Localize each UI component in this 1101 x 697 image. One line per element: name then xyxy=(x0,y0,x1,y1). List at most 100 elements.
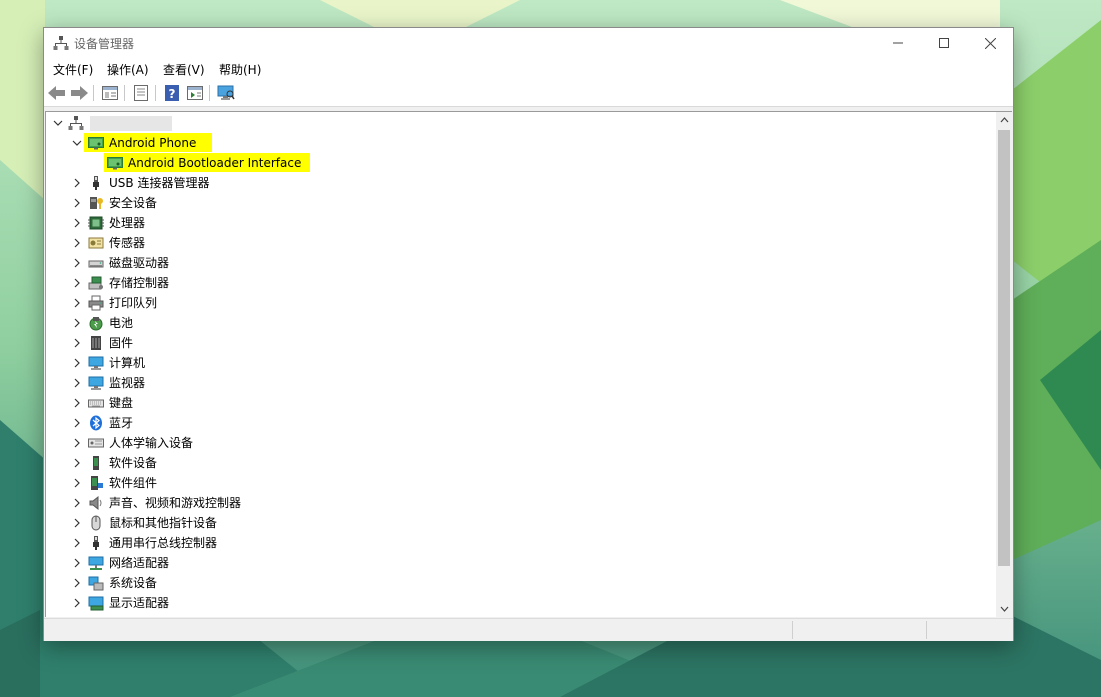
chevron-right-icon[interactable] xyxy=(71,357,83,369)
tree-category-row[interactable]: 监视器 xyxy=(46,373,986,393)
back-arrow-icon xyxy=(48,86,65,100)
device-tree[interactable]: Android Phone Android Bootloader Interfa… xyxy=(45,111,997,617)
chevron-down-icon[interactable] xyxy=(71,137,83,149)
action-pane-button[interactable] xyxy=(185,83,205,103)
tree-item-android-bootloader-interface[interactable]: Android Bootloader Interface xyxy=(46,153,986,173)
tree-category-label: 网络适配器 xyxy=(109,556,170,570)
toolbar-separator xyxy=(155,85,156,101)
show-hide-console-tree-button[interactable] xyxy=(100,83,120,103)
forward-button[interactable] xyxy=(69,83,89,103)
chevron-right-icon[interactable] xyxy=(71,197,83,209)
chevron-up-icon xyxy=(1000,117,1008,123)
menu-file[interactable]: 文件(F) xyxy=(53,61,93,78)
chevron-right-icon[interactable] xyxy=(71,297,83,309)
chevron-down-icon xyxy=(1000,606,1008,612)
chevron-right-icon[interactable] xyxy=(71,337,83,349)
chevron-down-icon[interactable] xyxy=(52,117,64,129)
firmware-icon xyxy=(91,336,101,350)
chevron-right-icon[interactable] xyxy=(71,557,83,569)
system-device-icon xyxy=(88,576,104,591)
android-bootloader-label: Android Bootloader Interface xyxy=(128,156,302,170)
chevron-right-icon[interactable] xyxy=(71,237,83,249)
chevron-right-icon[interactable] xyxy=(71,277,83,289)
keyboard-icon xyxy=(88,399,104,408)
chevron-right-icon[interactable] xyxy=(71,577,83,589)
chevron-right-icon[interactable] xyxy=(71,457,83,469)
disk-drive-icon xyxy=(88,260,104,268)
properties-icon xyxy=(134,85,148,101)
tree-category-row[interactable]: 显示适配器 xyxy=(46,593,986,613)
chevron-right-icon[interactable] xyxy=(71,497,83,509)
device-manager-window: 设备管理器 文件(F) 操作(A) 查看(V) 帮助(H) ? Android … xyxy=(43,27,1014,641)
menu-view[interactable]: 查看(V) xyxy=(163,61,205,78)
tree-category-row[interactable]: 声音、视频和游戏控制器 xyxy=(46,493,986,513)
chevron-right-icon[interactable] xyxy=(71,217,83,229)
toolbar-separator xyxy=(93,85,94,101)
chevron-right-icon[interactable] xyxy=(71,597,83,609)
chevron-right-icon[interactable] xyxy=(71,317,83,329)
tree-category-row[interactable]: 磁盘驱动器 xyxy=(46,253,986,273)
tree-category-label: 通用串行总线控制器 xyxy=(109,536,218,550)
tree-root[interactable] xyxy=(46,113,986,133)
tree-category-row[interactable]: 处理器 xyxy=(46,213,986,233)
tree-group-android-phone[interactable]: Android Phone xyxy=(46,133,986,153)
sensor-icon xyxy=(88,237,104,249)
tree-category-row[interactable]: 键盘 xyxy=(46,393,986,413)
maximize-button[interactable] xyxy=(921,28,967,58)
chevron-right-icon[interactable] xyxy=(71,397,83,409)
help-icon: ? xyxy=(165,85,179,101)
hid-icon xyxy=(88,438,104,448)
chevron-right-icon[interactable] xyxy=(71,477,83,489)
tree-category-row[interactable]: 通用串行总线控制器 xyxy=(46,533,986,553)
svg-text:?: ? xyxy=(169,87,176,101)
tree-category-row[interactable]: 固件 xyxy=(46,333,986,353)
help-button[interactable]: ? xyxy=(162,83,182,103)
tree-category-label: 安全设备 xyxy=(109,196,158,210)
tree-category-row[interactable]: 系统设备 xyxy=(46,573,986,593)
tree-category-label: 键盘 xyxy=(109,396,134,410)
tree-category-row[interactable]: 电池 xyxy=(46,313,986,333)
chevron-right-icon[interactable] xyxy=(71,177,83,189)
tree-category-row[interactable]: 传感器 xyxy=(46,233,986,253)
tree-category-row[interactable]: 计算机 xyxy=(46,353,986,373)
minimize-button[interactable] xyxy=(875,28,921,58)
scrollbar-thumb[interactable] xyxy=(998,130,1010,566)
scan-hardware-icon xyxy=(217,85,235,100)
tree-category-row[interactable]: USB 连接器管理器 xyxy=(46,173,986,193)
chevron-right-icon[interactable] xyxy=(71,417,83,429)
tree-category-row[interactable]: 人体学输入设备 xyxy=(46,433,986,453)
tree-category-row[interactable]: 软件组件 xyxy=(46,473,986,493)
chevron-right-icon[interactable] xyxy=(71,377,83,389)
tree-category-label: 软件设备 xyxy=(109,456,158,470)
bluetooth-icon xyxy=(90,415,102,431)
android-device-icon xyxy=(107,157,123,170)
tree-category-label: 打印队列 xyxy=(109,296,158,310)
tree-category-row[interactable]: 软件设备 xyxy=(46,453,986,473)
back-button[interactable] xyxy=(47,83,67,103)
computer-icon xyxy=(88,356,104,370)
scan-hardware-button[interactable] xyxy=(216,83,236,103)
chevron-right-icon[interactable] xyxy=(71,437,83,449)
properties-button[interactable] xyxy=(131,83,151,103)
tree-category-row[interactable]: 蓝牙 xyxy=(46,413,986,433)
chevron-right-icon[interactable] xyxy=(71,537,83,549)
chevron-right-icon[interactable] xyxy=(71,517,83,529)
scroll-down-button[interactable] xyxy=(996,601,1012,617)
tree-category-row[interactable]: 鼠标和其他指针设备 xyxy=(46,513,986,533)
android-phone-label: Android Phone xyxy=(109,136,197,150)
tree-category-label: 声音、视频和游戏控制器 xyxy=(109,496,242,510)
menu-action[interactable]: 操作(A) xyxy=(107,61,149,78)
tree-category-row[interactable]: 存储控制器 xyxy=(46,273,986,293)
tree-category-row[interactable]: 网络适配器 xyxy=(46,553,986,573)
close-button[interactable] xyxy=(967,28,1013,58)
tree-category-row[interactable]: 安全设备 xyxy=(46,193,986,213)
device-manager-icon xyxy=(53,36,69,50)
vertical-scrollbar[interactable] xyxy=(996,111,1012,617)
usb-connector-icon xyxy=(93,176,99,190)
chevron-right-icon[interactable] xyxy=(71,257,83,269)
window-title: 设备管理器 xyxy=(74,37,135,51)
title-bar[interactable]: 设备管理器 xyxy=(44,28,1013,58)
menu-help[interactable]: 帮助(H) xyxy=(219,61,261,78)
tree-category-row[interactable]: 打印队列 xyxy=(46,293,986,313)
scroll-up-button[interactable] xyxy=(996,112,1012,128)
